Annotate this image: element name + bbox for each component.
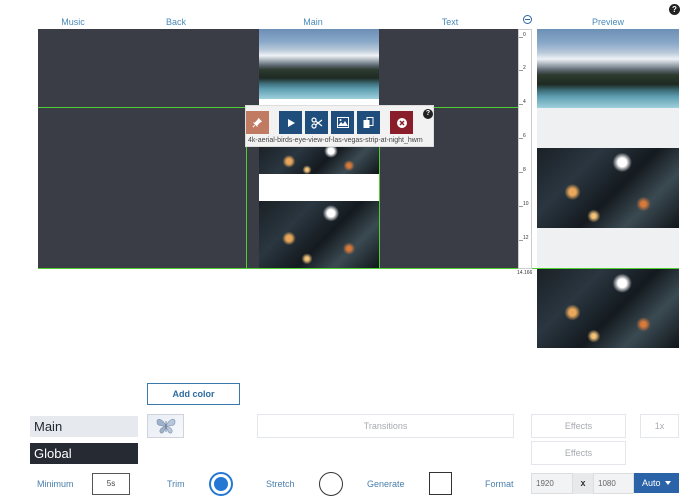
height-input[interactable]: 1080 [593,473,634,494]
ruler-label: 12 [523,235,529,241]
time-ruler[interactable]: 0 2 4 6 8 10 12 [518,29,532,269]
ruler-label: 10 [523,201,529,207]
global-effects-panel[interactable]: Effects [531,441,626,465]
preview-thumbnail-city [537,148,679,228]
pin-icon[interactable] [246,111,269,134]
dimension-separator: x [573,473,593,494]
clip-filename: 4k-aerial-birds-eye-view-of-las-vegas-st… [248,137,423,144]
trim-radio[interactable] [209,472,233,496]
tab-global[interactable]: Global [30,443,138,464]
clip-toolbar: ? 4k-aerial-birds-eye-view-of-las-vegas-… [245,105,434,147]
generate-label: Generate [367,479,405,489]
ruler-label: 2 [523,65,526,71]
auto-format-dropdown[interactable]: Auto [634,473,679,493]
tab-main[interactable]: Main [30,416,138,437]
stretch-radio[interactable] [319,472,343,496]
clip-thumbnail-city-bottom[interactable] [259,201,379,269]
generate-checkbox[interactable] [429,472,452,495]
minimum-input[interactable]: 5s [92,473,130,495]
ruler-label: 4 [523,99,526,105]
preview-gap [537,228,679,268]
auto-format-label: Auto [642,478,661,488]
column-label-main: Main [303,17,323,27]
chevron-down-icon [665,481,671,485]
column-label-back: Back [165,17,186,27]
image-icon[interactable] [331,111,354,134]
effects-panel[interactable]: Effects [531,414,626,438]
ruler-label: 0 [523,32,526,38]
add-color-button[interactable]: Add color [147,383,240,405]
clip-gap [259,174,379,201]
toolbar-help-icon[interactable]: ? [423,109,433,119]
speed-box[interactable]: 1x [640,414,679,438]
ruler-end-label: 14.166 [517,270,533,276]
column-label-text: Text [441,17,459,27]
column-label-preview: Preview [591,17,624,27]
preview-thumbnail-city [537,269,679,348]
delete-icon[interactable] [390,111,413,134]
play-icon[interactable] [279,111,302,134]
ruler-label: 8 [523,167,526,173]
width-input[interactable]: 1920 [531,473,573,494]
format-label: Format [485,479,514,489]
scissors-icon[interactable] [305,111,328,134]
help-icon[interactable]: ? [669,4,680,15]
preview-thumbnail-mountain [537,29,679,108]
column-label-music: Music [61,17,85,27]
clip-thumbnail-mountain[interactable] [259,29,379,99]
preview-gap [537,108,679,148]
copy-icon[interactable] [357,111,380,134]
butterfly-thumbnail[interactable] [147,414,184,438]
stretch-label: Stretch [266,479,295,489]
zoom-out-icon[interactable] [523,15,532,24]
ruler-label: 6 [523,133,526,139]
minimum-label: Minimum [37,479,74,489]
clip-thumbnail-city-top[interactable] [259,146,379,174]
transitions-panel[interactable]: Transitions [257,414,514,438]
trim-label: Trim [167,479,185,489]
